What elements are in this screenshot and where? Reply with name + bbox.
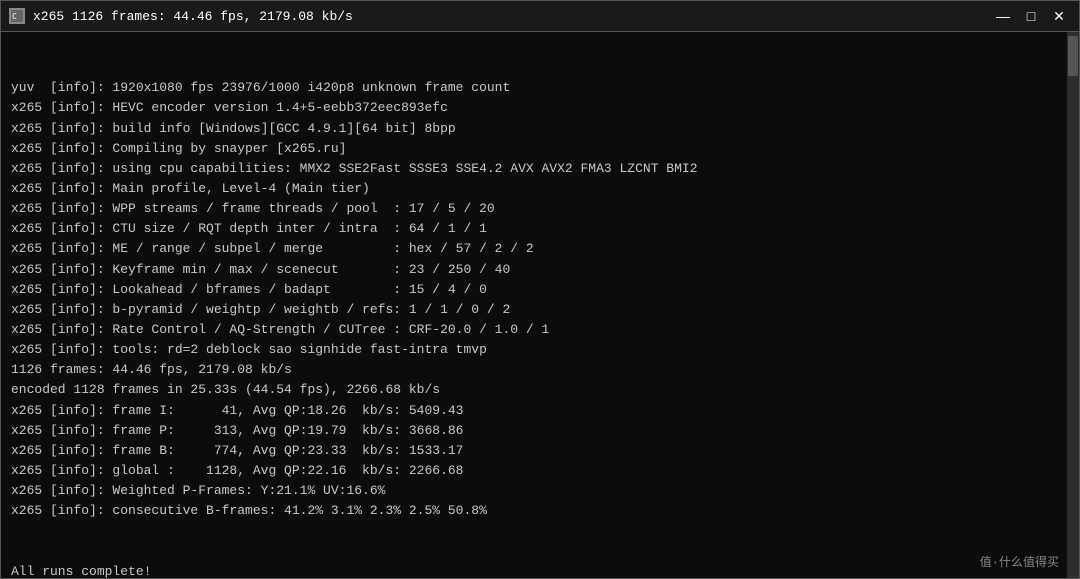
title-bar-left: C x265 1126 frames: 44.46 fps, 2179.08 k… <box>9 8 353 24</box>
terminal-line: encoded 1128 frames in 25.33s (44.54 fps… <box>11 380 1057 400</box>
terminal-line: x265 [info]: Rate Control / AQ-Strength … <box>11 320 1057 340</box>
terminal-line: x265 [info]: HEVC encoder version 1.4+5-… <box>11 98 1057 118</box>
terminal-line: x265 [info]: global : 1128, Avg QP:22.16… <box>11 461 1057 481</box>
maximize-button[interactable]: □ <box>1019 5 1043 27</box>
terminal-line: x265 [info]: Compiling by snayper [x265.… <box>11 139 1057 159</box>
terminal-line: x265 [info]: b-pyramid / weightp / weigh… <box>11 300 1057 320</box>
terminal-line: x265 [info]: Keyframe min / max / scenec… <box>11 260 1057 280</box>
terminal-line: x265 [info]: using cpu capabilities: MMX… <box>11 159 1057 179</box>
terminal-line: x265 [info]: Weighted P-Frames: Y:21.1% … <box>11 481 1057 501</box>
terminal-line: x265 [info]: tools: rd=2 deblock sao sig… <box>11 340 1057 360</box>
scrollbar-thumb[interactable] <box>1068 36 1078 76</box>
terminal-line: x265 [info]: frame I: 41, Avg QP:18.26 k… <box>11 401 1057 421</box>
terminal-line: x265 [info]: Lookahead / bframes / badap… <box>11 280 1057 300</box>
terminal-line <box>11 521 1057 541</box>
terminal-line: x265 [info]: Main profile, Level-4 (Main… <box>11 179 1057 199</box>
watermark: 值·什么值得买 <box>980 553 1059 570</box>
terminal-line: x265 [info]: WPP streams / frame threads… <box>11 199 1057 219</box>
terminal-line: x265 [info]: ME / range / subpel / merge… <box>11 239 1057 259</box>
scrollbar[interactable] <box>1067 32 1079 578</box>
minimize-button[interactable]: — <box>991 5 1015 27</box>
title-text: x265 1126 frames: 44.46 fps, 2179.08 kb/… <box>33 9 353 24</box>
terminal-line: x265 [info]: frame B: 774, Avg QP:23.33 … <box>11 441 1057 461</box>
app-icon: C <box>9 8 25 24</box>
terminal-line: 1126 frames: 44.46 fps, 2179.08 kb/s <box>11 360 1057 380</box>
terminal-line: x265 [info]: build info [Windows][GCC 4.… <box>11 119 1057 139</box>
terminal-line: All runs complete! <box>11 562 1057 578</box>
title-bar-controls: — □ ✕ <box>991 5 1071 27</box>
terminal-line: x265 [info]: consecutive B-frames: 41.2%… <box>11 501 1057 521</box>
terminal-line <box>11 542 1057 562</box>
terminal-line: yuv [info]: 1920x1080 fps 23976/1000 i42… <box>11 78 1057 98</box>
terminal-body: yuv [info]: 1920x1080 fps 23976/1000 i42… <box>0 32 1080 579</box>
terminal-line: x265 [info]: CTU size / RQT depth inter … <box>11 219 1057 239</box>
close-button[interactable]: ✕ <box>1047 5 1071 27</box>
terminal-content[interactable]: yuv [info]: 1920x1080 fps 23976/1000 i42… <box>1 32 1067 578</box>
svg-text:C: C <box>12 12 17 21</box>
terminal-line: x265 [info]: frame P: 313, Avg QP:19.79 … <box>11 421 1057 441</box>
title-bar: C x265 1126 frames: 44.46 fps, 2179.08 k… <box>0 0 1080 32</box>
